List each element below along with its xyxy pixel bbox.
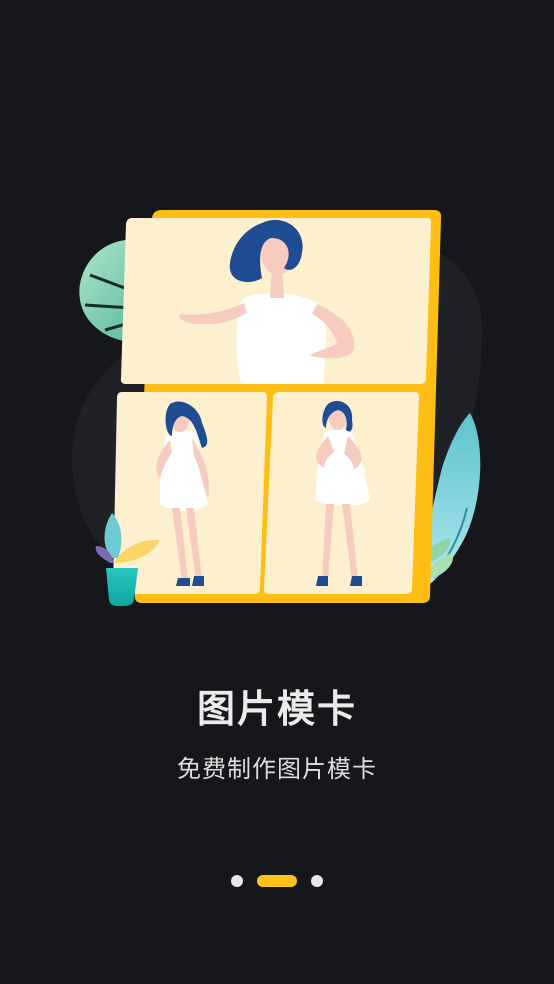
page-indicator-dot-1[interactable] [231, 875, 243, 887]
onboarding-screen: 图片模卡 免费制作图片模卡 [0, 0, 554, 984]
page-subtitle: 免费制作图片模卡 [177, 755, 377, 783]
page-indicator-dot-2-active[interactable] [257, 875, 297, 887]
model-card-illustration [62, 208, 492, 613]
page-indicator [0, 873, 554, 889]
page-indicator-dot-3[interactable] [311, 875, 323, 887]
page-title: 图片模卡 [196, 687, 357, 731]
